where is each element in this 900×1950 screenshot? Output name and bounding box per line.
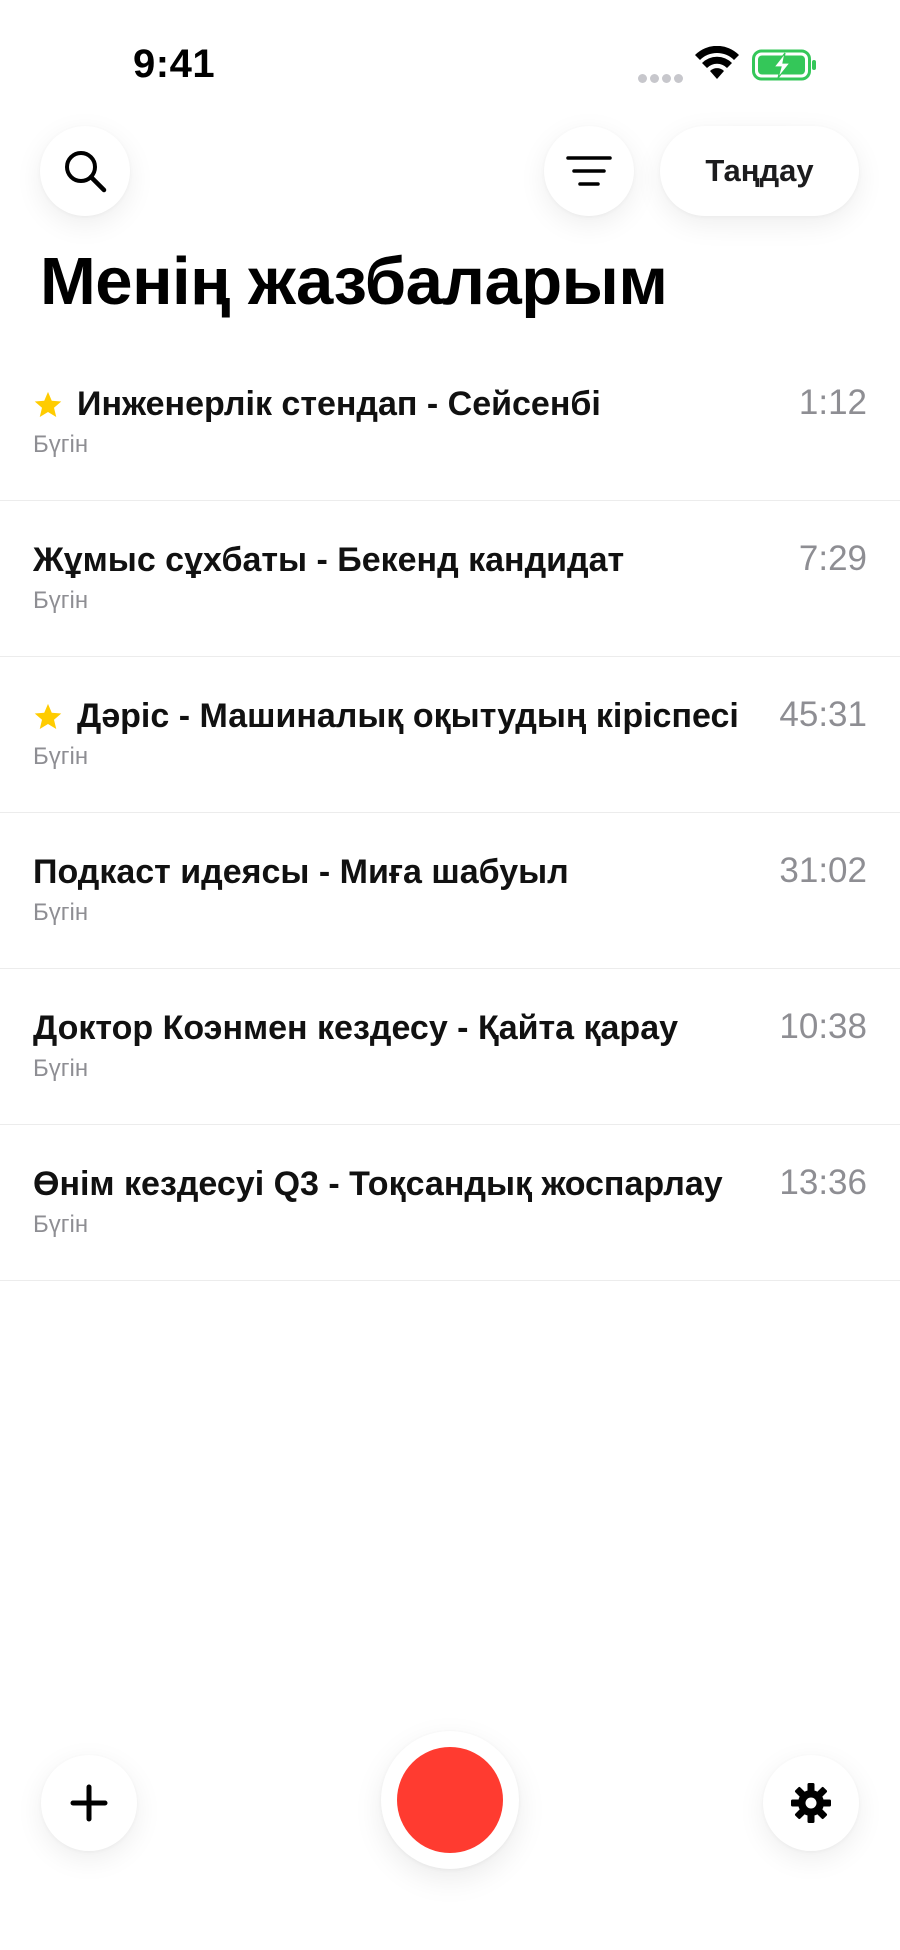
recording-duration: 45:31 — [779, 695, 867, 734]
filter-lines-icon — [566, 156, 612, 186]
recording-row[interactable]: Өнім кездесуі Q3 - Тоқсандық жоспарлау Б… — [0, 1125, 900, 1281]
recording-duration: 31:02 — [779, 851, 867, 890]
recording-row[interactable]: Доктор Коэнмен кездесу - Қайта қарау Бүг… — [0, 969, 900, 1125]
signal-dots-icon — [638, 70, 686, 83]
status-time: 9:41 — [133, 42, 216, 86]
record-button[interactable] — [381, 1731, 519, 1869]
recording-date: Бүгін — [33, 587, 89, 614]
page-title: Менің жазбаларым — [40, 244, 668, 319]
select-button[interactable]: Таңдау — [660, 126, 859, 216]
gear-icon — [791, 1783, 831, 1823]
recording-row[interactable]: Дәріс - Машиналық оқытудың кіріспесі Бүг… — [0, 657, 900, 813]
recording-duration: 7:29 — [798, 539, 867, 578]
recording-row[interactable]: Жұмыс сұхбаты - Бекенд кандидат Бүгін 7:… — [0, 501, 900, 657]
record-icon — [397, 1747, 503, 1853]
plus-icon — [70, 1784, 108, 1822]
recording-duration: 1:12 — [798, 383, 867, 422]
recording-duration: 10:38 — [779, 1007, 867, 1046]
recording-title: Жұмыс сұхбаты - Бекенд кандидат — [33, 541, 625, 579]
star-icon — [34, 391, 62, 417]
recordings-list: Инженерлік стендап - Сейсенбі Бүгін 1:12… — [0, 345, 900, 1281]
search-icon — [65, 151, 107, 193]
wifi-icon — [695, 46, 739, 79]
recording-title: Өнім кездесуі Q3 - Тоқсандық жоспарлау — [33, 1165, 723, 1203]
recording-date: Бүгін — [33, 1055, 89, 1082]
recording-title: Доктор Коэнмен кездесу - Қайта қарау — [33, 1009, 679, 1047]
settings-button[interactable] — [763, 1755, 859, 1851]
search-button[interactable] — [40, 126, 130, 216]
battery-charging-icon — [752, 49, 816, 81]
recording-date: Бүгін — [33, 743, 89, 770]
recording-title: Инженерлік стендап - Сейсенбі — [77, 385, 601, 423]
filter-button[interactable] — [544, 126, 634, 216]
recording-row[interactable]: Инженерлік стендап - Сейсенбі Бүгін 1:12 — [0, 345, 900, 501]
recording-title: Дәріс - Машиналық оқытудың кіріспесі — [77, 697, 739, 735]
recording-row[interactable]: Подкаст идеясы - Миға шабуыл Бүгін 31:02 — [0, 813, 900, 969]
star-icon — [34, 703, 62, 729]
recording-title: Подкаст идеясы - Миға шабуыл — [33, 853, 569, 891]
recording-date: Бүгін — [33, 899, 89, 926]
voice-memos-screen: 9:41 Таңдау Менің жазбаларым Инженерлік … — [0, 0, 900, 1950]
recording-date: Бүгін — [33, 431, 89, 458]
status-bar: 9:41 — [0, 0, 900, 120]
recording-date: Бүгін — [33, 1211, 89, 1238]
add-button[interactable] — [41, 1755, 137, 1851]
recording-duration: 13:36 — [779, 1163, 867, 1202]
